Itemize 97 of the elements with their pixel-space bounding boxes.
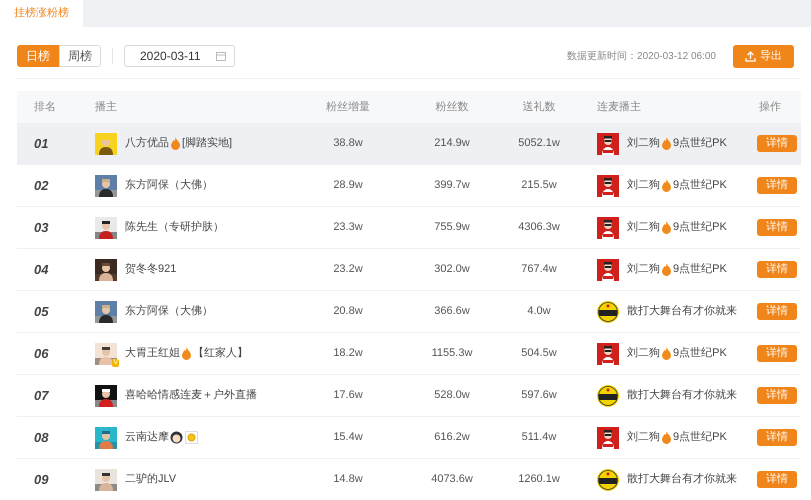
- rank: 06: [33, 344, 48, 363]
- streamer-name: 陈先生（专研护肤）: [125, 220, 224, 236]
- rank: 01: [33, 134, 48, 153]
- streamer-name: 【红家人】: [193, 346, 248, 362]
- rank: 02: [33, 176, 48, 195]
- details-button[interactable]: 详情: [757, 345, 797, 362]
- fire-icon: [661, 179, 672, 192]
- gift-count: 511.4w: [522, 430, 556, 446]
- fire-icon: [661, 431, 672, 444]
- cohost-name: 刘二狗: [627, 220, 660, 236]
- cohost-name: 散打大舞台有才你就来: [627, 304, 737, 320]
- details-button[interactable]: 详情: [757, 219, 797, 236]
- column-header: 操作: [759, 100, 782, 115]
- fan-increase: 23.2w: [333, 262, 363, 278]
- fan-increase: 20.8w: [333, 304, 363, 320]
- fan-count: 755.9w: [434, 220, 470, 236]
- cohost-name: 刘二狗: [627, 136, 660, 152]
- cohost-name: 9点世纪PK: [673, 178, 727, 194]
- streamer-name: [脚踏实地]: [182, 136, 232, 152]
- fan-count: 302.0w: [434, 262, 470, 278]
- column-header: 送礼数: [522, 100, 556, 115]
- rank: 05: [33, 302, 48, 321]
- streamer-name: 喜哈哈情感连麦＋户外直播: [125, 388, 257, 404]
- gift-count: 4.0w: [527, 304, 551, 320]
- streamer-name: 东方阿保（大佛）: [125, 178, 213, 194]
- fire-icon: [661, 263, 672, 276]
- details-button[interactable]: 详情: [757, 135, 797, 152]
- fan-increase: 17.6w: [333, 388, 363, 404]
- cohost-name: 刘二狗: [627, 262, 660, 278]
- gift-count: 767.4w: [521, 262, 557, 278]
- export-button[interactable]: 导出: [733, 44, 794, 68]
- streamer-name: 八方优品: [125, 136, 169, 152]
- period-toggle[interactable]: 日榜: [17, 45, 59, 67]
- table-row[interactable]: 01 八方优品 [脚踏实地] 38.8w 214.9w 5052.1w 刘二狗 9点世纪PK 详情: [17, 123, 801, 165]
- date-field[interactable]: 2020-03-11: [124, 45, 235, 67]
- fan-count: 1155.3w: [432, 346, 472, 362]
- calendar-icon: [216, 51, 226, 61]
- details-button[interactable]: 详情: [757, 387, 797, 404]
- rank: 04: [33, 260, 48, 279]
- fan-increase: 23.3w: [333, 220, 363, 236]
- column-header: 粉丝增量: [326, 100, 370, 115]
- rank: 08: [33, 428, 48, 447]
- gift-count: 215.5w: [521, 178, 557, 194]
- column-header: 排名: [33, 100, 57, 115]
- gift-count: 1260.1w: [518, 472, 560, 488]
- period-toggle[interactable]: 周榜: [59, 45, 101, 67]
- column-header: 播主: [95, 100, 118, 115]
- cohost-name: 9点世纪PK: [673, 262, 727, 278]
- fan-increase: 14.8w: [333, 472, 363, 488]
- fan-count: 616.2w: [434, 430, 470, 446]
- fan-increase: 18.2w: [333, 346, 363, 362]
- rank: 09: [33, 470, 48, 489]
- fan-increase: 15.4w: [333, 430, 363, 446]
- details-button[interactable]: 详情: [757, 303, 797, 320]
- fire-icon: [661, 347, 672, 360]
- cohost-name: 散打大舞台有才你就来: [627, 472, 737, 488]
- gift-count: 5052.1w: [518, 136, 560, 152]
- cohost-name: 刘二狗: [627, 178, 660, 194]
- cohost-name: 9点世纪PK: [673, 430, 727, 446]
- fan-count: 4073.6w: [431, 472, 473, 488]
- rank: 07: [33, 386, 48, 405]
- sun-icon: [185, 431, 198, 444]
- gift-count: 597.6w: [521, 388, 557, 404]
- streamer-name: 贺冬冬921: [125, 262, 176, 278]
- fire-icon: [170, 137, 181, 150]
- fan-increase: 28.9w: [333, 178, 363, 194]
- details-button[interactable]: 详情: [757, 429, 797, 446]
- cohost-name: 散打大舞台有才你就来: [627, 388, 737, 404]
- column-header: 粉丝数: [436, 100, 468, 115]
- cohost-name: 9点世纪PK: [673, 346, 727, 362]
- streamer-name: 云南达摩: [125, 430, 169, 446]
- update-time: 数据更新时间：2020-03-12 06:00: [567, 50, 716, 64]
- gift-count: 4306.3w: [518, 220, 560, 236]
- cohost-name: 刘二狗: [627, 346, 660, 362]
- rank: 03: [33, 218, 48, 237]
- streamer-name: 东方阿保（大佛）: [125, 304, 213, 320]
- fan-count: 399.7w: [434, 178, 470, 194]
- fan-count: 366.6w: [434, 304, 470, 320]
- fan-count: 214.9w: [434, 136, 470, 152]
- streamer-name: 二驴的JLV: [125, 472, 176, 488]
- fire-icon: [181, 347, 192, 360]
- export-icon: [745, 50, 756, 62]
- details-button[interactable]: 详情: [757, 177, 797, 194]
- fire-icon: [661, 137, 672, 150]
- cohost-name: 刘二狗: [627, 430, 660, 446]
- tab[interactable]: 挂榜涨粉榜: [0, 0, 83, 27]
- fire-icon: [661, 221, 672, 234]
- fan-increase: 38.8w: [333, 136, 363, 152]
- cohost-name: 9点世纪PK: [673, 220, 727, 236]
- streamer-name: 大胃王红姐: [125, 346, 180, 362]
- girl-emoji-icon: [170, 431, 183, 444]
- details-button[interactable]: 详情: [757, 261, 797, 278]
- gift-count: 504.5w: [521, 346, 557, 362]
- details-button[interactable]: 详情: [757, 471, 797, 488]
- column-header: 连麦播主: [596, 100, 642, 115]
- cohost-name: 9点世纪PK: [673, 136, 727, 152]
- fan-count: 528.0w: [434, 388, 470, 404]
